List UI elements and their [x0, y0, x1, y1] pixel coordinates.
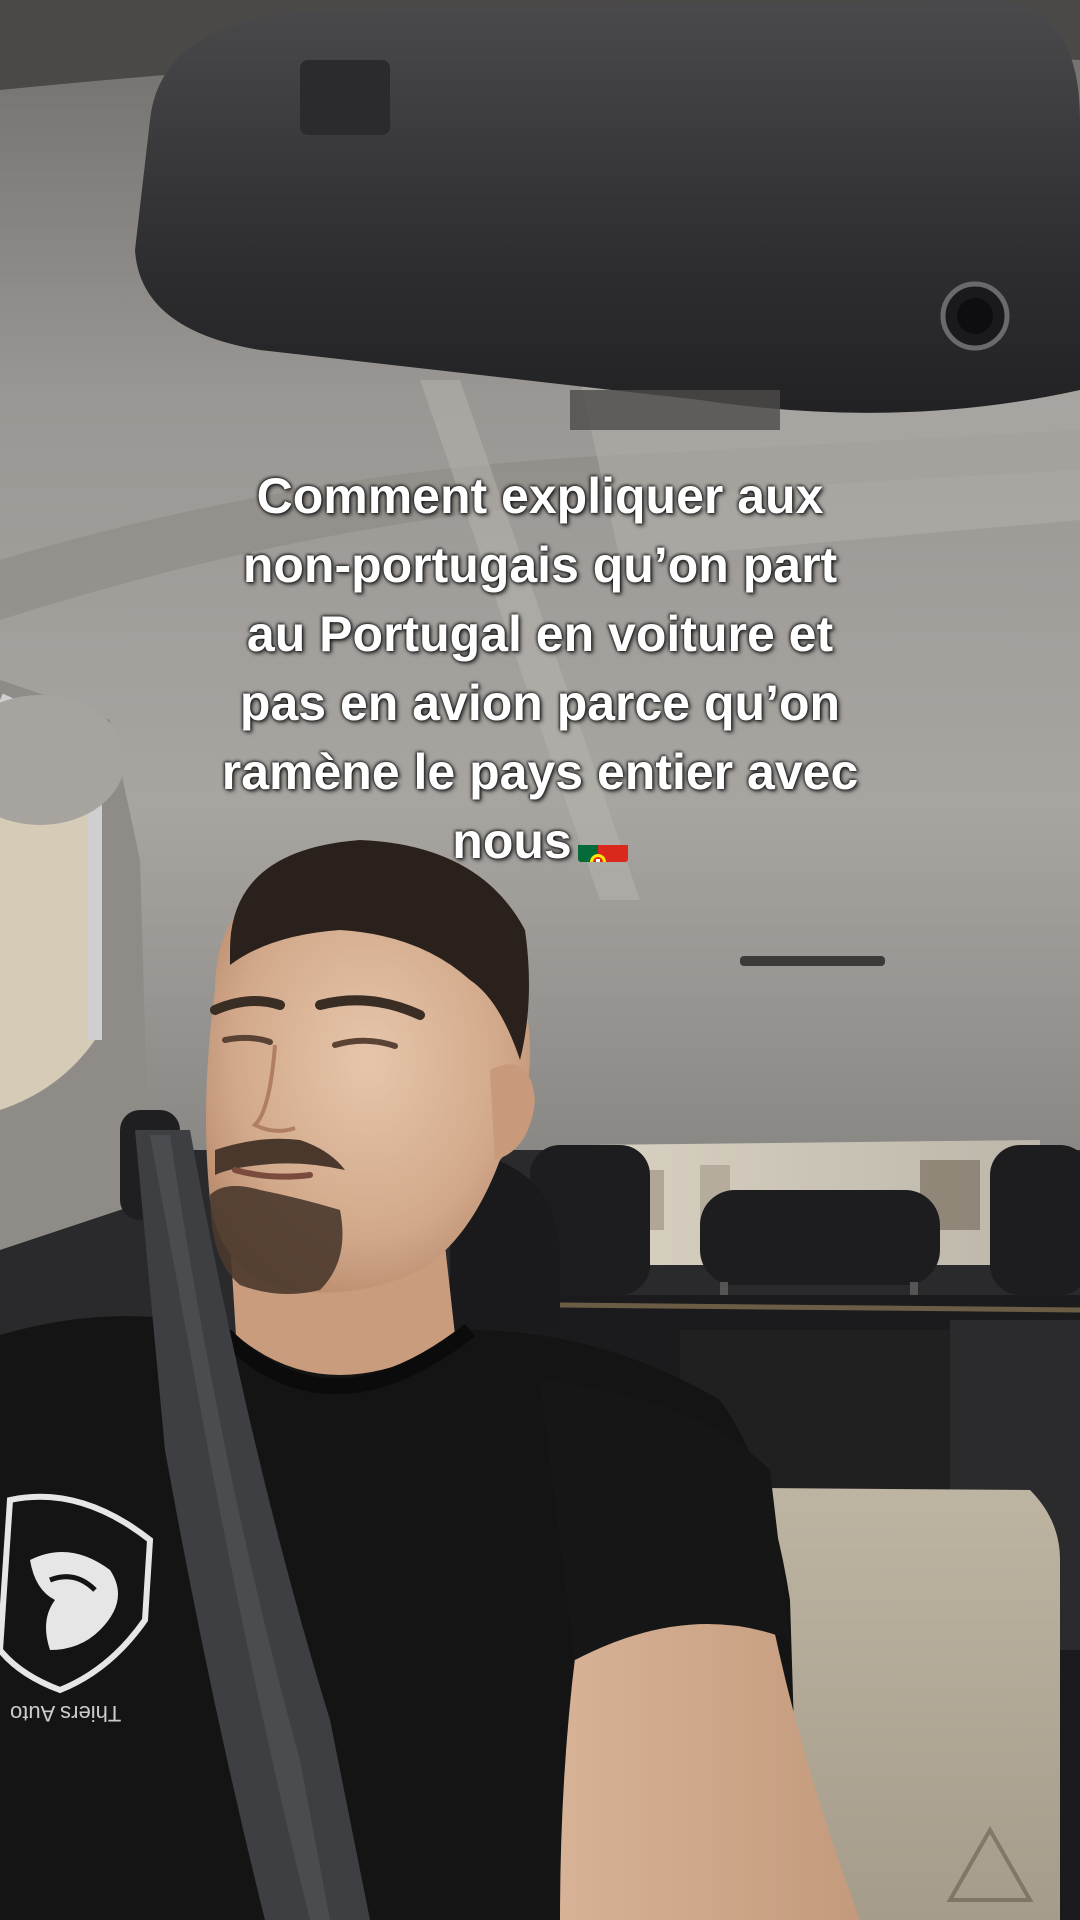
caption-line: ramène le pays entier avec	[221, 744, 859, 800]
caption-line-last: nous	[140, 807, 940, 876]
caption-line-text: nous	[452, 813, 572, 869]
caption-line: Comment expliquer aux	[256, 468, 824, 524]
rear-view-mirror	[135, 0, 1080, 413]
caption-line: non-portugais qu’on part	[242, 537, 838, 593]
rear-headrest	[700, 1190, 940, 1285]
shirt-dealer-text: Thiers Auto	[10, 1701, 122, 1726]
video-frame: Comment expliquer aux non-portugais qu’o…	[0, 0, 1080, 1920]
car-interior-scene	[0, 0, 1080, 1920]
portugal-flag-icon	[577, 828, 628, 862]
video-caption: Comment expliquer aux non-portugais qu’o…	[140, 462, 940, 876]
caption-line: au Portugal en voiture et	[246, 606, 834, 662]
caption-line: pas en avion parce qu’on	[239, 675, 841, 731]
